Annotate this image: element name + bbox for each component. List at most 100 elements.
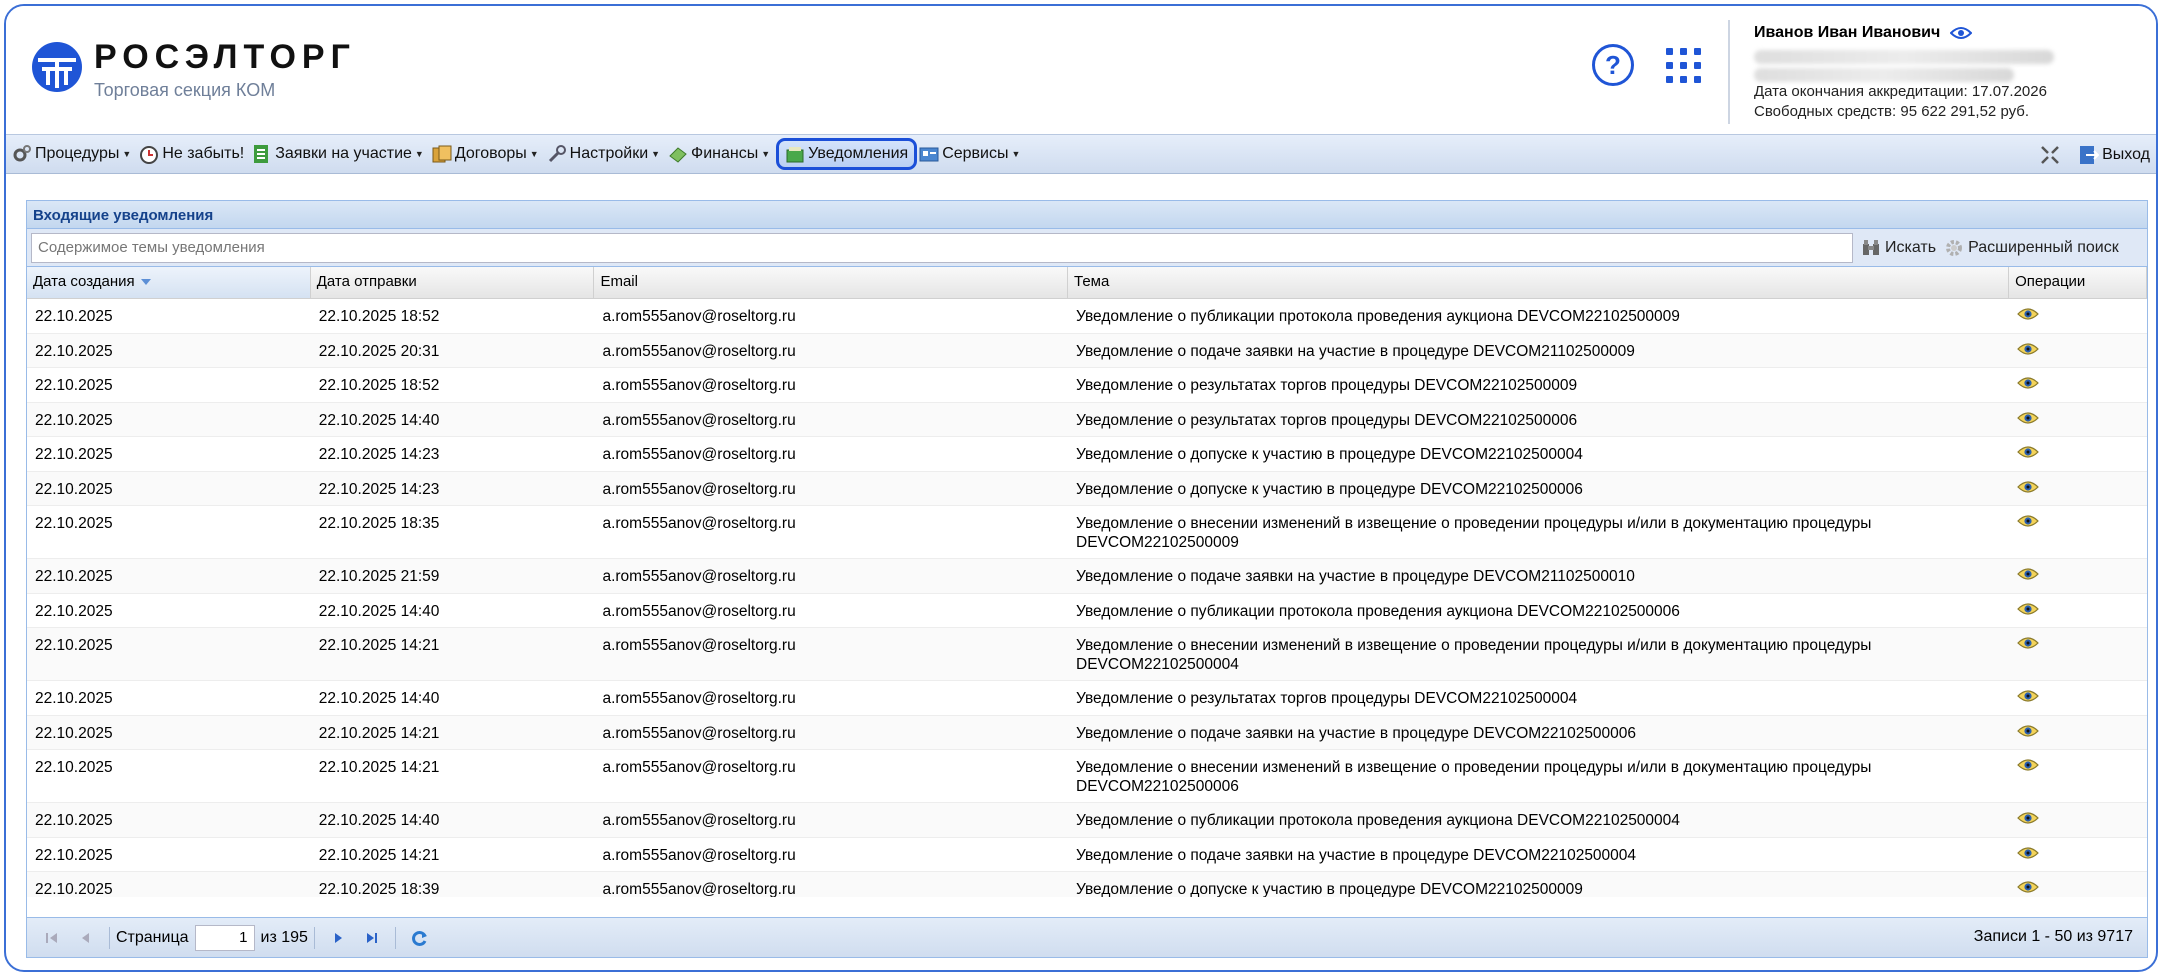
menu-contracts[interactable]: Договоры ▼ [430,138,545,170]
page-label: Страница [116,928,189,946]
next-page-icon[interactable] [327,927,349,949]
cell-sent: 22.10.2025 14:21 [318,637,440,654]
column-header-sent[interactable]: Дата отправки [311,267,595,298]
cell-created: 22.10.2025 [35,759,113,776]
table-row[interactable]: 22.10.2025 22.10.2025 14:21 a.rom555anov@r… [27,628,2147,681]
user-info: Иванов Иван Иванович Дата окончания аккр… [1728,20,2148,124]
cell-operations [2009,681,2147,715]
table-row[interactable]: 22.10.2025 22.10.2025 14:21 a.rom555anov@r… [27,715,2147,750]
chevron-down-icon: ▼ [414,149,424,159]
menu-finance[interactable]: Финансы ▼ [666,138,776,170]
view-eye-icon[interactable] [2017,602,2039,616]
menu-services[interactable]: Сервисы ▼ [917,138,1026,170]
grid-body: 22.10.2025 22.10.2025 18:52 a.rom555anov@r… [27,299,2147,897]
app-frame: РОСЭЛТОРГ Торговая секция КОМ ? Иванов И… [4,4,2158,972]
cell-created: 22.10.2025 [35,637,113,654]
brand-title: РОСЭЛТОРГ [94,38,356,76]
cell-email: a.rom555anov@roseltorg.ru [602,881,796,897]
table-row[interactable]: 22.10.2025 22.10.2025 14:40 a.rom555anov@r… [27,803,2147,838]
cell-sent: 22.10.2025 14:40 [318,812,440,829]
advanced-search-button[interactable]: Расширенный поиск [1944,238,2119,258]
table-row[interactable]: 22.10.2025 22.10.2025 14:23 a.rom555anov@r… [27,471,2147,506]
chevron-down-icon: ▼ [122,149,132,159]
cell-email: a.rom555anov@roseltorg.ru [602,568,796,585]
column-header-operations[interactable]: Операции [2009,267,2147,298]
cell-created: 22.10.2025 [35,846,113,864]
view-eye-icon[interactable] [2017,514,2039,528]
column-header-subject[interactable]: Тема [1068,267,2010,298]
view-eye-icon[interactable] [2017,445,2039,459]
menu-settings[interactable]: Настройки ▼ [545,138,666,170]
cell-sent: 22.10.2025 14:21 [318,724,440,742]
notifications-panel: Входящие уведомления Искать Расширенный … [26,200,2148,958]
menu-label: Не забыть! [162,145,245,162]
table-row[interactable]: 22.10.2025 22.10.2025 18:35 a.rom555anov@r… [27,506,2147,559]
menu-label: Сервисы [942,145,1009,162]
chevron-down-icon: ▼ [529,149,539,159]
cell-sent: 22.10.2025 21:59 [318,568,440,585]
view-eye-icon[interactable] [2017,307,2039,321]
brand-logo[interactable]: РОСЭЛТОРГ Торговая секция КОМ [30,40,356,100]
roseltorg-logo-icon [32,42,82,92]
menu-reminders[interactable]: Не забыть! [137,138,250,170]
menu-procedures[interactable]: Процедуры ▼ [10,138,137,170]
column-header-created[interactable]: Дата создания [27,267,311,298]
refresh-icon[interactable] [408,927,430,949]
cell-sent: 22.10.2025 20:31 [318,342,440,360]
view-eye-icon[interactable] [2017,567,2039,581]
view-eye-icon[interactable] [2017,724,2039,738]
menu-applications[interactable]: Заявки на участие ▼ [250,138,430,170]
view-eye-icon[interactable] [2017,411,2039,425]
search-button[interactable]: Искать [1861,238,1936,258]
help-icon[interactable]: ? [1592,44,1634,86]
cell-subject: Уведомление о результатах торгов процеду… [1076,377,1578,394]
page-number-input[interactable] [194,924,255,951]
last-page-icon[interactable] [361,927,383,949]
table-row[interactable]: 22.10.2025 22.10.2025 21:59 a.rom555anov@r… [27,559,2147,594]
table-row[interactable]: 22.10.2025 22.10.2025 14:40 a.rom555anov@r… [27,402,2147,437]
cell-operations [2009,838,2147,872]
table-row[interactable]: 22.10.2025 22.10.2025 14:21 a.rom555anov@r… [27,750,2147,803]
exit-icon [2080,146,2100,164]
table-row[interactable]: 22.10.2025 22.10.2025 14:40 a.rom555anov@r… [27,594,2147,628]
table-row[interactable]: 22.10.2025 22.10.2025 18:52 a.rom555anov@r… [27,299,2147,334]
header: РОСЭЛТОРГ Торговая секция КОМ ? Иванов И… [6,6,2156,134]
table-row[interactable]: 22.10.2025 22.10.2025 18:52 a.rom555anov@r… [27,368,2147,403]
cell-subject: Уведомление о допуске к участию в процед… [1076,881,1583,897]
exit-button[interactable]: Выход [2077,139,2156,171]
table-row[interactable]: 22.10.2025 22.10.2025 20:31 a.rom555anov@r… [27,333,2147,368]
column-label: Дата создания [33,273,135,290]
view-eye-icon[interactable] [2017,376,2039,390]
cell-subject: Уведомление о публикации протокола прове… [1076,602,1680,620]
cell-created: 22.10.2025 [35,568,113,585]
menu-notifications[interactable]: Уведомления [776,138,918,170]
view-eye-icon[interactable] [2017,342,2039,356]
view-eye-icon[interactable] [2017,689,2039,703]
binoculars-icon [1863,239,1879,255]
view-eye-icon[interactable] [2017,480,2039,494]
view-eye-icon[interactable] [2017,758,2039,772]
apps-grid-icon[interactable] [1666,48,1702,84]
view-eye-icon[interactable] [2017,880,2039,894]
cell-email: a.rom555anov@roseltorg.ru [602,812,796,829]
view-eye-icon[interactable] [2017,636,2039,650]
gear-icon [1946,239,1963,256]
view-eye-icon[interactable] [2017,811,2039,825]
column-header-email[interactable]: Email [594,267,1069,298]
first-page-icon[interactable] [41,927,63,949]
separator [313,926,315,949]
collapse-icon[interactable] [2039,144,2061,166]
separator [109,926,110,949]
table-row[interactable]: 22.10.2025 22.10.2025 14:23 a.rom555anov@r… [27,437,2147,472]
table-row[interactable]: 22.10.2025 22.10.2025 14:21 a.rom555anov@r… [27,838,2147,872]
table-row[interactable]: 22.10.2025 22.10.2025 18:39 a.rom555anov@r… [27,872,2147,897]
view-eye-icon[interactable] [2017,846,2039,860]
cell-created: 22.10.2025 [35,308,113,325]
eye-icon[interactable] [1950,26,1973,40]
cell-subject: Уведомление о подаче заявки на участие в… [1076,568,1635,585]
search-input[interactable] [31,232,1853,263]
table-row[interactable]: 22.10.2025 22.10.2025 14:40 a.rom555anov@r… [27,681,2147,716]
cell-operations [2009,403,2147,437]
prev-page-icon[interactable] [75,927,97,949]
pagination-toolbar: Страница из 195 Записи 1 - 50 из 9717 [27,917,2147,957]
